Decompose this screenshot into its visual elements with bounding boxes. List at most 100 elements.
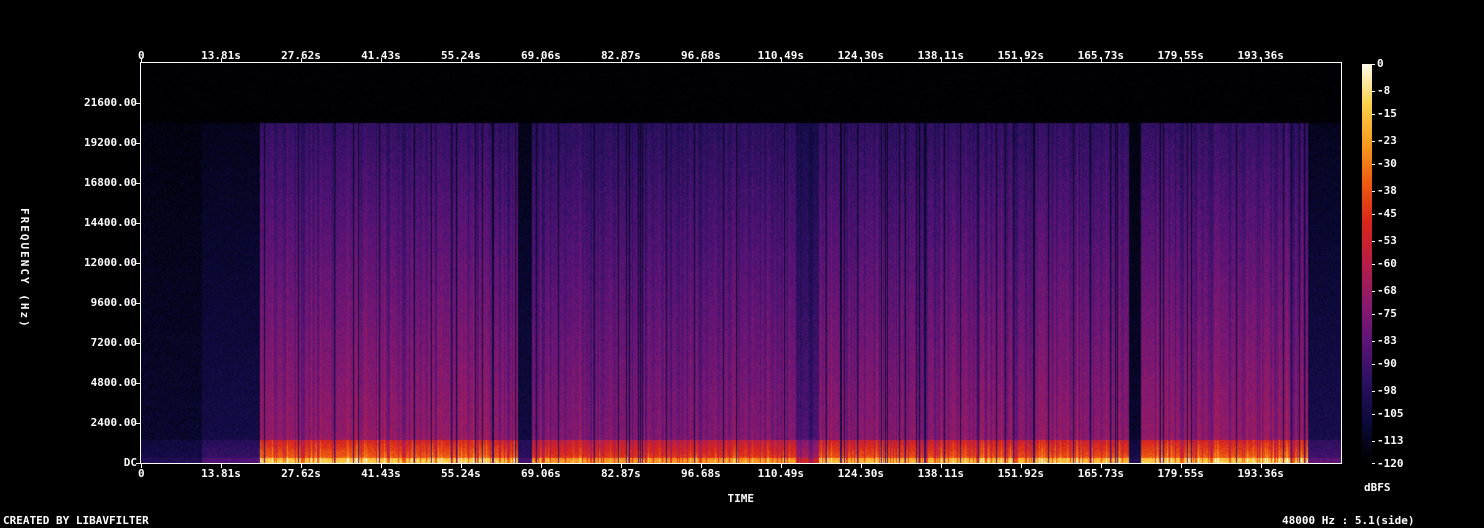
y-tick-label: 4800.00 (91, 377, 137, 389)
colorbar-tick-label: -38 (1377, 185, 1397, 197)
x-tick-mark (1021, 464, 1022, 468)
x-tick-mark (621, 58, 622, 62)
colorbar-tick-label: -30 (1377, 158, 1397, 170)
colorbar-tick-mark (1372, 391, 1375, 392)
x-tick-mark (941, 464, 942, 468)
x-tick-mark (861, 58, 862, 62)
y-tick-label: 2400.00 (91, 417, 137, 429)
x-tick-mark (621, 464, 622, 468)
x-tick-mark (301, 464, 302, 468)
y-tick-mark (136, 263, 140, 264)
colorbar-tick-label: -15 (1377, 108, 1397, 120)
x-tick-label: 41.43s (361, 468, 401, 480)
colorbar-tick-mark (1372, 91, 1375, 92)
footer-created-by: CREATED BY LIBAVFILTER (3, 515, 149, 527)
x-tick-mark (541, 464, 542, 468)
x-tick-mark (1261, 464, 1262, 468)
x-tick-mark (141, 464, 142, 468)
x-tick-mark (381, 58, 382, 62)
colorbar-label: dBFS (1364, 482, 1391, 494)
x-tick-mark (301, 58, 302, 62)
x-tick-mark (541, 58, 542, 62)
x-tick-mark (701, 58, 702, 62)
x-tick-label: 179.55s (1158, 468, 1204, 480)
x-tick-label: 193.36s (1238, 468, 1284, 480)
colorbar-tick-label: -83 (1377, 335, 1397, 347)
x-tick-mark (1101, 58, 1102, 62)
y-tick-label: DC (124, 457, 137, 469)
x-tick-label: 69.06s (521, 468, 561, 480)
y-tick-label: 12000.00 (84, 257, 137, 269)
x-tick-label: 138.11s (918, 468, 964, 480)
y-tick-mark (136, 303, 140, 304)
x-tick-mark (781, 464, 782, 468)
colorbar-tick-mark (1372, 414, 1375, 415)
colorbar-tick-label: -75 (1377, 308, 1397, 320)
y-tick-mark (136, 223, 140, 224)
footer-sample-rate: 48000 Hz : 5.1(side) (1282, 515, 1414, 527)
colorbar-tick-mark (1372, 141, 1375, 142)
x-tick-label: 96.68s (681, 468, 721, 480)
colorbar-tick-mark (1372, 241, 1375, 242)
x-axis-label: TIME (728, 493, 755, 505)
x-tick-mark (1181, 464, 1182, 468)
y-tick-label: 16800.00 (84, 177, 137, 189)
y-tick-mark (136, 463, 140, 464)
y-tick-mark (136, 343, 140, 344)
x-tick-mark (221, 464, 222, 468)
x-tick-label: 165.73s (1078, 468, 1124, 480)
colorbar-tick-mark (1372, 441, 1375, 442)
y-tick-mark (136, 423, 140, 424)
colorbar-tick-label: -113 (1377, 435, 1404, 447)
x-tick-mark (1021, 58, 1022, 62)
x-tick-label: 55.24s (441, 468, 481, 480)
colorbar-tick-label: -98 (1377, 385, 1397, 397)
x-tick-mark (781, 58, 782, 62)
y-tick-label: 7200.00 (91, 337, 137, 349)
x-tick-mark (1181, 58, 1182, 62)
colorbar-tick-label: -45 (1377, 208, 1397, 220)
y-tick-mark (136, 103, 140, 104)
colorbar-tick-label: -68 (1377, 285, 1397, 297)
x-tick-mark (941, 58, 942, 62)
colorbar-tick-label: 0 (1377, 58, 1384, 70)
colorbar-tick-label: -90 (1377, 358, 1397, 370)
x-tick-label: 27.62s (281, 468, 321, 480)
colorbar-tick-mark (1372, 214, 1375, 215)
y-tick-mark (136, 143, 140, 144)
colorbar-tick-mark (1372, 164, 1375, 165)
x-tick-mark (461, 464, 462, 468)
x-tick-mark (381, 464, 382, 468)
spectrogram-area (141, 63, 1341, 463)
colorbar-tick-mark (1372, 114, 1375, 115)
colorbar-tick-label: -120 (1377, 458, 1404, 470)
colorbar-tick-mark (1372, 463, 1375, 464)
y-tick-label: 9600.00 (91, 297, 137, 309)
y-tick-label: 21600.00 (84, 97, 137, 109)
x-tick-mark (1261, 58, 1262, 62)
x-tick-mark (861, 464, 862, 468)
x-tick-label: 110.49s (758, 468, 804, 480)
colorbar-tick-label: -23 (1377, 135, 1397, 147)
x-tick-mark (461, 58, 462, 62)
colorbar-tick-mark (1372, 191, 1375, 192)
colorbar-tick-mark (1372, 341, 1375, 342)
colorbar-tick-mark (1372, 364, 1375, 365)
colorbar-tick-mark (1372, 64, 1375, 65)
y-axis-label: FREQUENCY (Hz) (18, 208, 31, 329)
y-tick-mark (136, 183, 140, 184)
x-tick-mark (701, 464, 702, 468)
y-tick-label: 14400.00 (84, 217, 137, 229)
x-tick-mark (141, 58, 142, 62)
x-tick-label: 82.87s (601, 468, 641, 480)
x-tick-label: 0 (138, 468, 145, 480)
y-tick-label: 19200.00 (84, 137, 137, 149)
colorbar-tick-label: -8 (1377, 85, 1390, 97)
x-tick-label: 124.30s (838, 468, 884, 480)
x-tick-label: 151.92s (998, 468, 1044, 480)
colorbar-tick-label: -53 (1377, 235, 1397, 247)
colorbar-tick-label: -105 (1377, 408, 1404, 420)
colorbar-tick-label: -60 (1377, 258, 1397, 270)
y-tick-mark (136, 383, 140, 384)
colorbar-tick-mark (1372, 291, 1375, 292)
